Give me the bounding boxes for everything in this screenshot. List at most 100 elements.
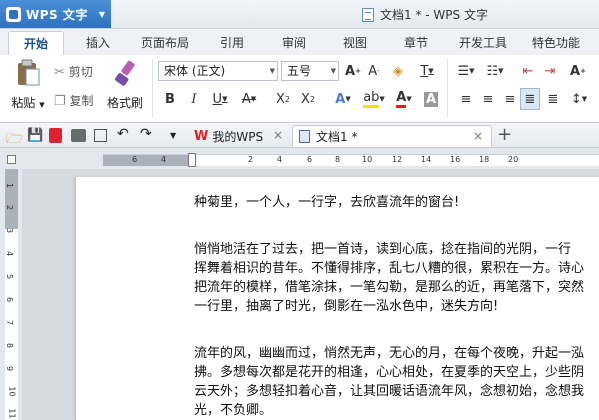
format-painter-button[interactable]: 格式刷 — [103, 59, 147, 111]
paste-button[interactable]: 粘贴 ▼ — [8, 59, 48, 111]
shrink-font-icon[interactable]: A- — [364, 61, 384, 81]
customize-toolbar-icon[interactable]: ▼ — [170, 131, 185, 146]
save-icon[interactable]: 💾 — [27, 128, 43, 143]
print-preview-icon[interactable] — [94, 129, 107, 142]
close-icon[interactable]: × — [273, 128, 283, 142]
tab-references[interactable]: 引用 — [220, 34, 244, 51]
bullet-list-icon[interactable]: ☰ ▼ — [455, 61, 477, 81]
ruler-number: 4 — [161, 155, 167, 164]
superscript-icon[interactable]: X2 — [273, 89, 293, 109]
tab-my-wps[interactable]: W 我的WPS × — [188, 125, 291, 147]
document-line[interactable]: 一行里，抽离了时光，倒影在一泓水色中，迷失方向! — [194, 297, 498, 316]
font-name-select[interactable]: 宋体 (正文) ▼ — [158, 61, 278, 81]
undo-icon[interactable]: ↶ — [117, 126, 132, 142]
wps-w-icon: W — [194, 128, 209, 144]
vertical-ruler[interactable]: 1 2 3 4 5 6 7 8 9 10 11 — [0, 169, 22, 420]
ruler-number: 16 — [450, 155, 461, 164]
tab-insert[interactable]: 插入 — [86, 34, 110, 51]
ruler-number: 6 — [5, 296, 15, 303]
ruler-number: 2 — [248, 155, 254, 164]
grow-font-icon[interactable]: A + — [343, 61, 363, 81]
chevron-down-icon: ▼ — [269, 67, 275, 75]
ribbon-divider — [447, 59, 448, 117]
ruler-number: 11 — [7, 408, 17, 419]
indent-marker-icon[interactable] — [188, 153, 196, 167]
character-shading-icon[interactable]: A — [422, 89, 440, 109]
clear-format-icon[interactable]: ◈ — [388, 61, 408, 81]
tab-review[interactable]: 审阅 — [282, 34, 306, 51]
document-icon — [299, 130, 310, 143]
tab-section[interactable]: 章节 — [404, 34, 428, 51]
chevron-down-icon: ▼ — [98, 9, 105, 19]
font-color-icon[interactable]: A ▼ — [391, 89, 417, 109]
wps-app-menu-button[interactable]: WPS 文字 ▼ — [0, 0, 111, 28]
horizontal-ruler[interactable]: 6 4 2 2 4 6 8 10 12 14 16 18 20 — [0, 148, 599, 169]
increase-indent-icon[interactable]: ⇥ — [541, 61, 559, 81]
document-line[interactable]: 种菊里，一个人，一行字，去欣喜流年的窗台! — [194, 193, 459, 212]
tab-view[interactable]: 视图 — [343, 34, 367, 51]
ruler-left-margin — [103, 155, 193, 166]
change-case-icon[interactable]: A + — [565, 61, 591, 81]
italic-icon[interactable]: I — [184, 89, 204, 109]
copy-icon: ❐ — [54, 94, 66, 109]
document-line[interactable]: 把流年的模样，借笔涂抹，一笔勾勒，是那么的近，再笔落下，突然 — [194, 278, 584, 297]
title-bar: WPS 文字 ▼ 文档1 * - WPS 文字 — [0, 0, 599, 29]
tab-document1[interactable]: 文档1 * × — [292, 125, 492, 147]
decrease-indent-icon[interactable]: ⇤ — [519, 61, 537, 81]
wps-menu-label: WPS 文字 — [26, 7, 88, 22]
print-icon[interactable] — [71, 129, 86, 142]
align-right-icon[interactable]: ≡ — [501, 89, 519, 109]
document-line[interactable]: 挥舞着相识的昔年。不懂得排序，乱七八糟的很，累积在一方。诗心 — [194, 259, 584, 278]
tab-special-features[interactable]: 特色功能 — [532, 34, 580, 51]
subscript-icon[interactable]: X2 — [298, 89, 318, 109]
underline-icon[interactable]: U ▼ — [207, 89, 233, 109]
ribbon-panel: 粘贴 ▼ ✂ 剪切 ❐ 复制 格式刷 宋体 (正文) ▼ 五号 ▼ A + A- … — [0, 55, 599, 123]
line-spacing-icon[interactable]: ↕ ▼ — [566, 89, 592, 109]
align-left-icon[interactable]: ≡ — [457, 89, 475, 109]
scissors-icon: ✂ — [54, 65, 65, 80]
text-effect-icon[interactable]: A ▼ — [330, 89, 356, 109]
justify-icon[interactable]: ≣ — [520, 88, 540, 110]
document-line[interactable]: 流年的风，幽幽而过，悄然无声，无心的月，在每个夜晚，升起一泓 — [194, 344, 584, 363]
copy-button[interactable]: ❐ 复制 — [54, 92, 94, 109]
paste-label: 粘贴 — [11, 96, 36, 110]
close-icon[interactable]: × — [473, 129, 483, 143]
redo-icon[interactable]: ↷ — [140, 126, 155, 142]
align-center-icon[interactable]: ≡ — [479, 89, 497, 109]
tab-home[interactable]: 开始 — [8, 31, 64, 55]
document-page[interactable]: 种菊里，一个人，一行字，去欣喜流年的窗台! 悄悄地活在了过去，把一首诗，读到心底… — [75, 177, 599, 420]
window-title-text: 文档1 * - WPS 文字 — [380, 8, 488, 22]
highlight-icon[interactable]: ab ▼ — [360, 89, 388, 109]
bold-icon[interactable]: B — [160, 89, 180, 109]
ribbon-tab-bar: 开始 插入 页面布局 引用 审阅 视图 章节 开发工具 特色功能 — [0, 29, 599, 55]
distributed-align-icon[interactable]: ≣ — [544, 89, 562, 109]
strikethrough-icon[interactable]: A ▼ — [236, 89, 262, 109]
new-tab-plus-icon[interactable]: + — [497, 124, 512, 145]
document-line[interactable]: 云天外；多想轻扣着心音，让其回暖话语流年风，念想初始，念想我 — [194, 382, 584, 401]
tab-developer[interactable]: 开发工具 — [459, 34, 507, 51]
document-line[interactable]: 拂。多想每次都是花开的相逢，心心相处，在夏季的天空上，少些阴 — [194, 363, 584, 382]
ruler-number: 4 — [5, 250, 15, 257]
open-folder-icon[interactable]: 🗁 — [6, 128, 23, 147]
ruler-number: 1 — [5, 182, 15, 189]
ribbon-divider — [152, 59, 153, 117]
ruler-number: 2 — [5, 204, 15, 211]
cut-button[interactable]: ✂ 剪切 — [54, 63, 93, 80]
window-title: 文档1 * - WPS 文字 — [362, 6, 488, 23]
chevron-down-icon: ▼ — [39, 101, 45, 109]
document-line[interactable]: 悄悄地活在了过去，把一首诗，读到心底，捻在指间的光阴，一行 — [194, 240, 571, 259]
tab-page-layout[interactable]: 页面布局 — [141, 34, 189, 51]
font-size-select[interactable]: 五号 ▼ — [281, 61, 339, 81]
wps-logo-icon — [6, 6, 21, 22]
tab-stop-selector-icon[interactable] — [7, 155, 16, 164]
font-name-value: 宋体 (正文) — [164, 64, 226, 78]
phonetic-guide-icon[interactable]: T ▼ — [413, 61, 441, 81]
ruler-strip — [103, 154, 599, 166]
export-pdf-icon[interactable] — [49, 128, 62, 143]
ruler-number: 10 — [362, 155, 373, 164]
copy-label: 复制 — [69, 94, 94, 108]
numbered-list-icon[interactable]: ☷ ▼ — [484, 61, 506, 81]
document-icon — [362, 7, 374, 22]
document-line[interactable]: 光，不负卿。 — [194, 401, 272, 420]
ruler-number: 20 — [508, 155, 519, 164]
